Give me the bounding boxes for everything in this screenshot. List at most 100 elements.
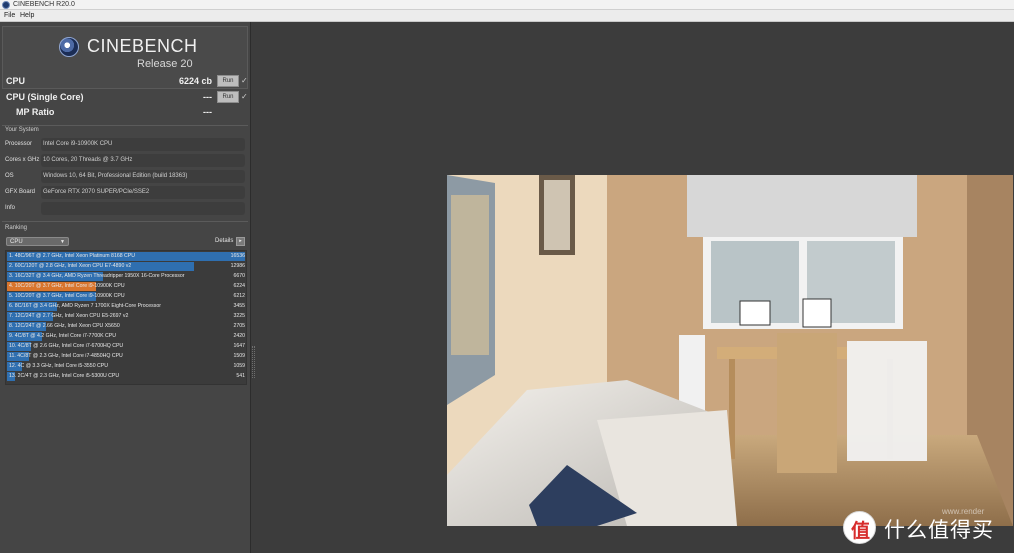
ranking-row[interactable]: 5. 10C/20T @ 3.7 GHz, Intel Core i9-1090… bbox=[7, 292, 247, 301]
ranking-row[interactable]: 3. 16C/32T @ 3.4 GHz, AMD Ryzen Threadri… bbox=[7, 272, 247, 281]
ranking-row[interactable]: 9. 4C/8T @ 4.2 GHz, Intel Core i7-7700K … bbox=[7, 332, 247, 341]
ranking-row-label: 13. 2C/4T @ 2.3 GHz, Intel Core i5-5300U… bbox=[9, 373, 120, 379]
info-field[interactable] bbox=[41, 202, 245, 215]
ranking-row-score: 6212 bbox=[233, 293, 245, 299]
window-blind-shape bbox=[687, 175, 917, 237]
ranking-row-label: 3. 16C/32T @ 3.4 GHz, AMD Ryzen Threadri… bbox=[9, 273, 185, 279]
system-value: 10 Cores, 20 Threads @ 3.7 GHz bbox=[41, 154, 245, 167]
cinebench-app-icon bbox=[2, 1, 10, 9]
ranking-row[interactable]: 7. 12C/24T @ 2.7 GHz, Intel Xeon CPU E5-… bbox=[7, 312, 247, 321]
details-label[interactable]: Details bbox=[215, 237, 233, 246]
ranking-row[interactable]: 4. 10C/20T @ 3.7 GHz, Intel Core i9-1090… bbox=[7, 282, 247, 291]
ranking-row-score: 2420 bbox=[233, 333, 245, 339]
system-value: Intel Core i9-10900K CPU bbox=[41, 138, 245, 151]
ranking-row-label: 2. 60C/120T @ 2.8 GHz, Intel Xeon CPU E7… bbox=[9, 263, 132, 269]
ranking-row-label: 1. 48C/96T @ 2.7 GHz, Intel Xeon Platinu… bbox=[9, 253, 135, 259]
ranking-row-score: 16536 bbox=[230, 253, 245, 259]
logo-release: Release 20 bbox=[137, 58, 193, 70]
smzdm-logo-glyph: 值 bbox=[851, 521, 871, 542]
system-row-gfx: GFX Board GeForce RTX 2070 SUPER/PCIe/SS… bbox=[5, 186, 245, 199]
title-bar: CINEBENCH R20.0 bbox=[0, 0, 1014, 10]
ranking-row-score: 3225 bbox=[233, 313, 245, 319]
ranking-row[interactable]: 12. 4C @ 3.3 GHz, Intel Core i5-3550 CPU… bbox=[7, 362, 247, 371]
ranking-list: 1. 48C/96T @ 2.7 GHz, Intel Xeon Platinu… bbox=[5, 250, 247, 385]
cpu-score-label: CPU bbox=[6, 76, 26, 86]
ranking-row[interactable]: 6. 8C/16T @ 3.4 GHz, AMD Ryzen 7 1700X E… bbox=[7, 302, 247, 311]
cpu-score-value: 6224 cb bbox=[178, 76, 212, 86]
ranking-row[interactable]: 11. 4C/8T @ 2.3 GHz, Intel Core i7-4850H… bbox=[7, 352, 247, 361]
divider bbox=[2, 221, 248, 222]
cinebench-logo-icon bbox=[59, 37, 79, 57]
divider bbox=[2, 125, 248, 126]
checkmark-icon[interactable]: ✓ bbox=[241, 75, 248, 87]
checkmark-icon[interactable]: ✓ bbox=[241, 91, 248, 103]
ranking-row-score: 1059 bbox=[233, 363, 245, 369]
system-label: Cores x GHz bbox=[5, 157, 40, 163]
cpu-score-row: CPU 6224 cb Run ✓ bbox=[6, 74, 248, 88]
photo-frame-2 bbox=[802, 298, 832, 328]
ranking-row-score: 1509 bbox=[233, 353, 245, 359]
ranking-row[interactable]: 10. 4C/8T @ 2.6 GHz, Intel Core i7-6700H… bbox=[7, 342, 247, 351]
system-row-cores: Cores x GHz 10 Cores, 20 Threads @ 3.7 G… bbox=[5, 154, 245, 167]
single-core-run-button[interactable]: Run bbox=[217, 91, 239, 103]
window-title: CINEBENCH R20.0 bbox=[13, 1, 75, 8]
rendered-room-image bbox=[447, 175, 1013, 526]
ranking-filter-value: CPU bbox=[10, 239, 23, 245]
ranking-row-label: 12. 4C @ 3.3 GHz, Intel Core i5-3550 CPU bbox=[9, 363, 108, 369]
ranking-row-score: 541 bbox=[236, 373, 245, 379]
mp-ratio-row: MP Ratio --- bbox=[6, 105, 248, 119]
ranking-row[interactable]: 1. 48C/96T @ 2.7 GHz, Intel Xeon Platinu… bbox=[7, 252, 247, 261]
ranking-row-label: 11. 4C/8T @ 2.3 GHz, Intel Core i7-4850H… bbox=[9, 353, 123, 359]
wooden-chair bbox=[777, 333, 837, 473]
render-viewport bbox=[447, 175, 1013, 526]
ranking-row[interactable]: 2. 60C/120T @ 2.8 GHz, Intel Xeon CPU E7… bbox=[7, 262, 247, 271]
system-value: Windows 10, 64 Bit, Professional Edition… bbox=[41, 170, 245, 183]
system-row-os: OS Windows 10, 64 Bit, Professional Edit… bbox=[5, 170, 245, 183]
your-system-title: Your System bbox=[5, 127, 39, 133]
cpu-run-button[interactable]: Run bbox=[217, 75, 239, 87]
smzdm-watermark-text: 什么值得买 bbox=[884, 519, 994, 542]
single-core-score-value: --- bbox=[203, 92, 212, 102]
panel-splitter-handle[interactable] bbox=[252, 346, 255, 378]
left-window-building bbox=[451, 195, 489, 355]
ranking-row-label: 9. 4C/8T @ 4.2 GHz, Intel Core i7-7700K … bbox=[9, 333, 116, 339]
ranking-row[interactable]: 13. 2C/4T @ 2.3 GHz, Intel Core i5-5300U… bbox=[7, 372, 247, 381]
ranking-row-score: 3455 bbox=[233, 303, 245, 309]
chevron-down-icon: ▼ bbox=[60, 239, 65, 245]
details-arrow-icon[interactable]: ▸ bbox=[236, 237, 245, 246]
smzdm-logo-icon: 值 bbox=[843, 511, 876, 544]
ranking-row[interactable]: 8. 12C/24T @ 2.66 GHz, Intel Xeon CPU X5… bbox=[7, 322, 247, 331]
ranking-row-label: 8. 12C/24T @ 2.66 GHz, Intel Xeon CPU X5… bbox=[9, 323, 120, 329]
menu-help[interactable]: Help bbox=[20, 10, 34, 22]
ranking-filter-dropdown[interactable]: CPU ▼ bbox=[6, 237, 69, 246]
mp-ratio-label: MP Ratio bbox=[16, 107, 55, 117]
mp-ratio-value: --- bbox=[203, 107, 212, 117]
ranking-row-score: 12986 bbox=[230, 263, 245, 269]
system-label: Info bbox=[5, 205, 16, 211]
ranking-row-score: 2705 bbox=[233, 323, 245, 329]
photo-frame-1 bbox=[739, 300, 771, 326]
system-label: GFX Board bbox=[5, 189, 36, 195]
ranking-row-label: 7. 12C/24T @ 2.7 GHz, Intel Xeon CPU E5-… bbox=[9, 313, 129, 319]
single-core-score-label: CPU (Single Core) bbox=[6, 92, 84, 102]
menu-file[interactable]: File bbox=[4, 10, 15, 22]
single-core-score-row: CPU (Single Core) --- Run ✓ bbox=[6, 90, 248, 104]
ranking-row-label: 10. 4C/8T @ 2.6 GHz, Intel Core i7-6700H… bbox=[9, 343, 124, 349]
system-value: GeForce RTX 2070 SUPER/PCIe/SSE2 bbox=[41, 186, 245, 199]
ranking-row-score: 1647 bbox=[233, 343, 245, 349]
ranking-title: Ranking bbox=[5, 225, 28, 231]
cinebench-window: CINEBENCH R20.0 File Help CINEBENCH Rele… bbox=[0, 0, 1014, 553]
ranking-row-label: 5. 10C/20T @ 3.7 GHz, Intel Core i9-1090… bbox=[9, 293, 125, 299]
logo-title: CINEBENCH bbox=[87, 36, 198, 56]
system-label: Processor bbox=[5, 141, 33, 147]
ranking-row-score: 6224 bbox=[233, 283, 245, 289]
ranking-row-label: 6. 8C/16T @ 3.4 GHz, AMD Ryzen 7 1700X E… bbox=[9, 303, 161, 309]
ranking-row-label: 4. 10C/20T @ 3.7 GHz, Intel Core i9-1090… bbox=[9, 283, 125, 289]
system-label: OS bbox=[5, 173, 14, 179]
picture-frame-art bbox=[544, 180, 570, 250]
menu-bar: File Help bbox=[0, 10, 1014, 22]
left-panel: CINEBENCH Release 20 CPU 6224 cb Run ✓ C… bbox=[0, 22, 251, 553]
system-row-info: Info bbox=[5, 202, 245, 215]
white-chair-right bbox=[847, 341, 927, 461]
ranking-row-score: 6670 bbox=[233, 273, 245, 279]
